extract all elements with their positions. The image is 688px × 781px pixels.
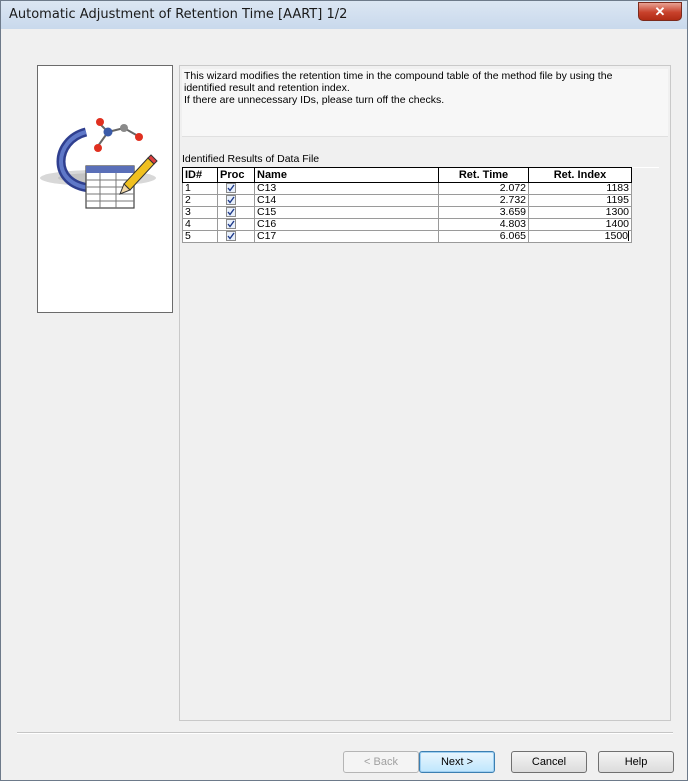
wizard-body: This wizard modifies the retention time … [9, 29, 681, 774]
table-row[interactable]: 4 C16 4.803 1400 [182, 218, 659, 231]
cell-id[interactable]: 2 [182, 194, 218, 207]
cell-ret-index-editing[interactable]: 1500 [528, 230, 632, 243]
column-header-ret-time[interactable]: Ret. Time [438, 167, 529, 183]
row-filler [631, 194, 659, 207]
cell-ret-time[interactable]: 6.065 [438, 230, 529, 243]
close-icon: ✕ [654, 4, 666, 19]
table-row[interactable]: 5 C17 6.065 1500 [182, 230, 659, 243]
wizard-description: This wizard modifies the retention time … [182, 69, 668, 137]
cell-ret-time[interactable]: 4.803 [438, 218, 529, 231]
table-row[interactable]: 2 C14 2.732 1195 [182, 194, 659, 207]
proc-checkbox[interactable] [226, 207, 236, 218]
cell-name[interactable]: C17 [254, 230, 439, 243]
cell-id[interactable]: 5 [182, 230, 218, 243]
header-filler [631, 167, 659, 183]
description-line: identified result and retention index. [184, 82, 350, 94]
table-row[interactable]: 3 C15 3.659 1300 [182, 206, 659, 219]
cancel-button[interactable]: Cancel [511, 751, 587, 773]
dialog-window: Automatic Adjustment of Retention Time [… [0, 0, 688, 781]
back-button[interactable]: < Back [343, 751, 419, 773]
button-separator [17, 732, 673, 734]
title-bar[interactable]: Automatic Adjustment of Retention Time [… [1, 1, 687, 29]
column-header-name[interactable]: Name [254, 167, 439, 183]
identified-results-table: ID# Proc Name Ret. Time Ret. Index 1 C13… [182, 167, 659, 243]
checkmark-icon [227, 220, 235, 228]
row-filler [631, 182, 659, 195]
proc-checkbox[interactable] [226, 219, 236, 230]
cell-name[interactable]: C14 [254, 194, 439, 207]
column-header-proc[interactable]: Proc [217, 167, 255, 183]
close-button[interactable]: ✕ [638, 2, 682, 21]
description-line: This wizard modifies the retention time … [184, 70, 613, 82]
wizard-graphic-panel [37, 65, 173, 313]
cell-ret-time[interactable]: 2.072 [438, 182, 529, 195]
content-panel: This wizard modifies the retention time … [179, 65, 671, 721]
cell-id[interactable]: 3 [182, 206, 218, 219]
results-label: Identified Results of Data File [182, 153, 320, 165]
window-title: Automatic Adjustment of Retention Time [… [9, 7, 348, 22]
checkmark-icon [227, 184, 235, 192]
cell-name[interactable]: C15 [254, 206, 439, 219]
cell-proc[interactable] [217, 182, 255, 195]
cell-id[interactable]: 1 [182, 182, 218, 195]
help-button[interactable]: Help [598, 751, 674, 773]
cell-id[interactable]: 4 [182, 218, 218, 231]
cell-ret-index[interactable]: 1400 [528, 218, 632, 231]
row-filler [631, 206, 659, 219]
checkmark-icon [227, 208, 235, 216]
next-button[interactable]: Next > [419, 751, 495, 773]
description-line: If there are unnecessary IDs, please tur… [184, 94, 445, 106]
column-header-id[interactable]: ID# [182, 167, 218, 183]
molecule-table-pencil-icon [40, 118, 158, 209]
cell-proc[interactable] [217, 218, 255, 231]
text-caret [628, 231, 629, 242]
cell-name[interactable]: C16 [254, 218, 439, 231]
proc-checkbox[interactable] [226, 183, 236, 194]
cell-proc[interactable] [217, 206, 255, 219]
cell-ret-time[interactable]: 2.732 [438, 194, 529, 207]
cell-name[interactable]: C13 [254, 182, 439, 195]
row-filler [631, 218, 659, 231]
row-filler [631, 230, 659, 243]
cell-ret-index[interactable]: 1183 [528, 182, 632, 195]
checkmark-icon [227, 232, 235, 240]
table-row[interactable]: 1 C13 2.072 1183 [182, 182, 659, 195]
cell-ret-time[interactable]: 3.659 [438, 206, 529, 219]
cell-ret-index[interactable]: 1300 [528, 206, 632, 219]
table-header-row: ID# Proc Name Ret. Time Ret. Index [182, 167, 659, 183]
cell-ret-index[interactable]: 1195 [528, 194, 632, 207]
cell-ret-index-value[interactable]: 1500 [605, 230, 628, 242]
cell-proc[interactable] [217, 230, 255, 243]
column-header-ret-index[interactable]: Ret. Index [528, 167, 632, 183]
cell-proc[interactable] [217, 194, 255, 207]
checkmark-icon [227, 196, 235, 204]
proc-checkbox[interactable] [226, 195, 236, 206]
proc-checkbox[interactable] [226, 231, 236, 242]
